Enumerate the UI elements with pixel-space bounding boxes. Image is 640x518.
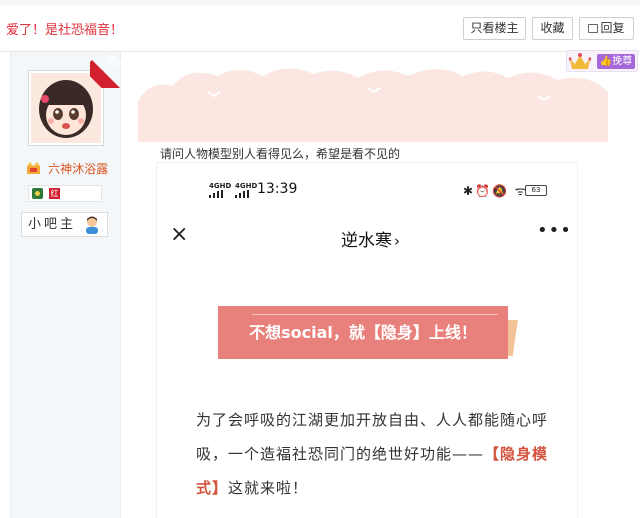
post-screenshot[interactable]: 4GHD 4GHD 13:39 ✱⏰🔕 ᯤ 63 × 逆水寒 › ••• 不想so… xyxy=(157,163,577,518)
ribbon-label: 楼主 xyxy=(104,52,124,73)
tieba-thread-page: 爱了！是社恐福音！ 只看楼主 收藏 回复 楼主 六神沐浴露 红 小吧主 👍挽尊 … xyxy=(0,0,640,518)
reply-button-label: 回复 xyxy=(600,21,625,35)
level-badge: 红 xyxy=(49,188,60,199)
more-icon[interactable]: ••• xyxy=(537,220,572,241)
article-paragraph: 为了会呼吸的江湖更加开放自由、人人都能随心呼吸，一个造福社恐同门的绝世好功能——… xyxy=(196,403,556,505)
post-body-text: 请问人物模型别人看得见么，希望是看不见的 xyxy=(160,147,401,161)
battery-icon: 63 xyxy=(525,185,547,196)
phone-status-bar: 4GHD 4GHD 13:39 ✱⏰🔕 ᯤ 63 xyxy=(157,163,577,213)
banner-line xyxy=(252,314,498,315)
support-pill-label: 挽尊 xyxy=(612,56,633,67)
header-strip xyxy=(0,0,640,5)
account-title[interactable]: 逆水寒 › xyxy=(341,226,400,251)
author-sidebar: 楼主 六神沐浴露 红 小吧主 xyxy=(10,52,126,518)
member-badge-icon xyxy=(32,188,43,199)
phone-time: 13:39 xyxy=(257,181,298,197)
chevron-right-icon: › xyxy=(394,232,400,250)
moderator-icon xyxy=(86,216,98,234)
username-link[interactable]: 六神沐浴露 xyxy=(48,162,108,176)
article-text-2: 这就来啦！ xyxy=(228,479,309,497)
role-label: 小吧主 xyxy=(28,217,77,232)
reply-button[interactable]: 回复 xyxy=(579,17,634,40)
close-icon[interactable]: × xyxy=(170,222,188,248)
crown-icon xyxy=(27,162,40,174)
status-icons: ✱⏰🔕 ᯤ xyxy=(463,184,528,198)
phone-nav-row: × 逆水寒 › ••• xyxy=(157,218,577,254)
author-ribbon: 楼主 xyxy=(90,52,126,88)
thread-header: 爱了！是社恐福音！ 只看楼主 收藏 回复 xyxy=(0,0,640,52)
signal-icon-2 xyxy=(235,190,249,198)
username-row: 六神沐浴露 xyxy=(26,158,108,176)
account-title-label: 逆水寒 xyxy=(341,231,392,251)
network-indicator-1: 4GHD xyxy=(209,182,232,190)
only-view-author-button[interactable]: 只看楼主 xyxy=(463,17,526,40)
reply-icon xyxy=(588,24,599,33)
signal-icon-1 xyxy=(209,190,223,198)
role-badge: 小吧主 xyxy=(21,212,108,237)
decorative-cloud xyxy=(138,68,608,142)
favorite-button[interactable]: 收藏 xyxy=(532,17,573,40)
level-badges: 红 xyxy=(28,185,102,202)
network-indicator-2: 4GHD xyxy=(235,182,258,190)
thread-title: 爱了！是社恐福音！ xyxy=(6,23,124,38)
